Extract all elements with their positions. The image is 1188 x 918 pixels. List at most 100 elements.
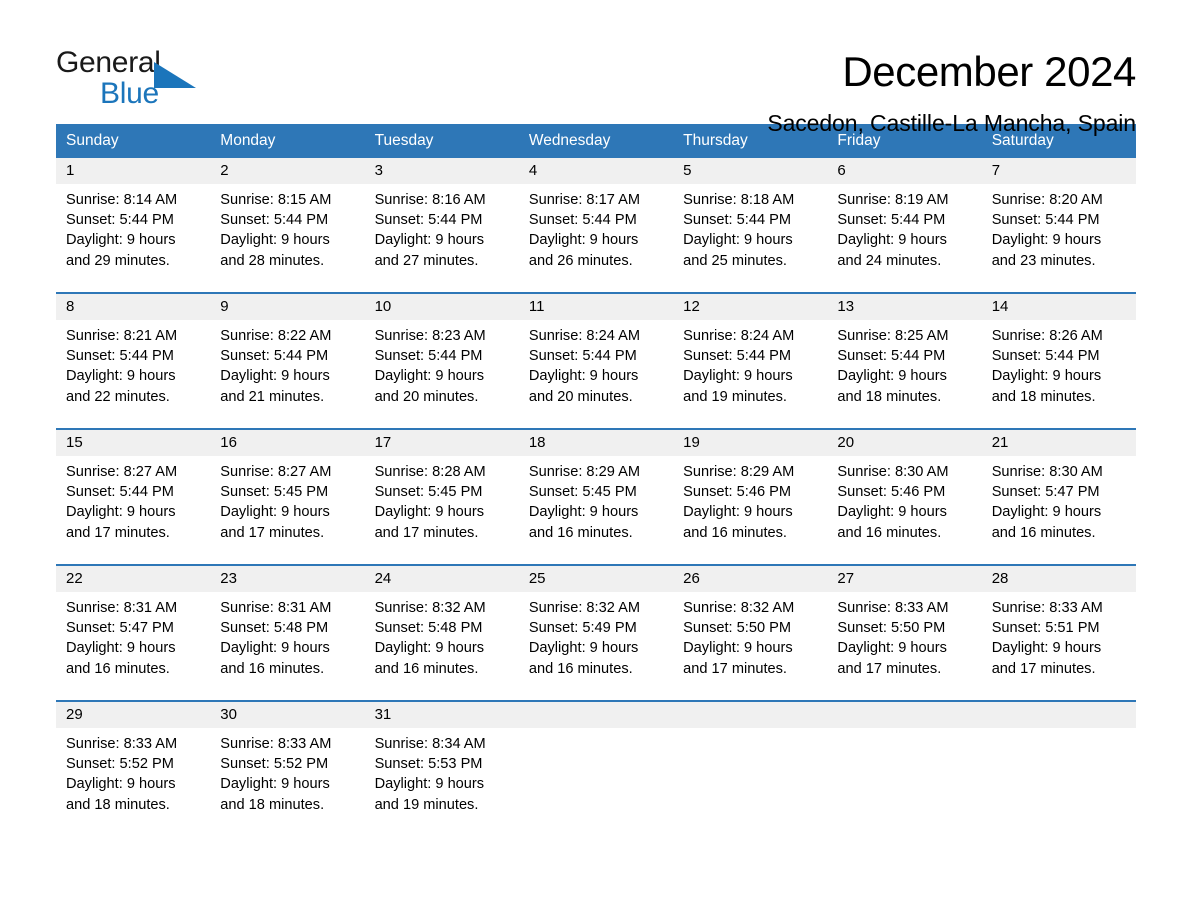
sunrise-text: Sunrise: 8:25 AM <box>837 328 949 344</box>
day-cell: Sunrise: 8:31 AM Sunset: 5:47 PM Dayligh… <box>56 598 210 700</box>
daylight-text-line2: and 19 minutes. <box>683 388 787 405</box>
daylight-text-line1: Daylight: 9 hours <box>374 640 485 657</box>
day-number[interactable]: 30 <box>210 702 365 728</box>
sunset-text: Sunset: 5:52 PM <box>66 756 174 773</box>
daylight-text-line1: Daylight: 9 hours <box>66 232 176 249</box>
day-number[interactable]: 31 <box>364 702 519 728</box>
sunrise-text: Sunrise: 8:14 AM <box>66 192 178 208</box>
day-number[interactable]: 4 <box>518 158 674 184</box>
day-cell: Sunrise: 8:30 AM Sunset: 5:47 PM Dayligh… <box>982 462 1136 564</box>
day-cell: Sunrise: 8:17 AM Sunset: 5:44 PM Dayligh… <box>519 190 673 292</box>
day-number[interactable]: 14 <box>981 294 1136 320</box>
daylight-text-line1: Daylight: 9 hours <box>683 504 793 521</box>
daylight-text-line2: and 17 minutes. <box>991 660 1096 677</box>
sunset-text: Sunset: 5:44 PM <box>683 348 792 365</box>
empty-day-cell <box>673 702 828 728</box>
day-number[interactable]: 22 <box>56 566 211 592</box>
daylight-text-line1: Daylight: 9 hours <box>374 232 485 249</box>
daylight-text-line1: Daylight: 9 hours <box>374 776 485 793</box>
sunrise-text: Sunrise: 8:32 AM <box>528 600 640 616</box>
day-number[interactable]: 3 <box>364 158 519 184</box>
sunset-text: Sunset: 5:45 PM <box>528 484 637 501</box>
day-number[interactable]: 25 <box>518 566 674 592</box>
sunset-text: Sunset: 5:45 PM <box>374 484 483 501</box>
sunset-text: Sunset: 5:44 PM <box>683 212 792 229</box>
day-number[interactable]: 24 <box>364 566 519 592</box>
logo-triangle-icon <box>154 62 196 88</box>
day-number[interactable]: 6 <box>827 158 982 184</box>
daylight-text-line1: Daylight: 9 hours <box>220 640 330 657</box>
calendar-week-row: 1 2 3 4 5 6 7 Sunrise: 8:14 AM Sunset: 5… <box>56 158 1136 292</box>
day-number[interactable]: 16 <box>210 430 365 456</box>
daylight-text-line2: and 20 minutes. <box>374 388 479 405</box>
daylight-text-line1: Daylight: 9 hours <box>374 368 485 385</box>
day-cell: Sunrise: 8:25 AM Sunset: 5:44 PM Dayligh… <box>827 326 981 428</box>
sunrise-text: Sunrise: 8:31 AM <box>66 600 178 616</box>
day-number[interactable]: 2 <box>210 158 365 184</box>
daylight-text-line1: Daylight: 9 hours <box>991 232 1102 249</box>
sunset-text: Sunset: 5:44 PM <box>991 348 1100 365</box>
daylight-text-line2: and 18 minutes. <box>991 388 1096 405</box>
day-number[interactable]: 13 <box>827 294 982 320</box>
date-number-row: 29 30 31 <box>56 702 1136 728</box>
daylight-text-line1: Daylight: 9 hours <box>220 776 330 793</box>
day-number[interactable]: 18 <box>518 430 674 456</box>
sunrise-text: Sunrise: 8:18 AM <box>683 192 795 208</box>
day-cell: Sunrise: 8:27 AM Sunset: 5:45 PM Dayligh… <box>210 462 364 564</box>
day-cell: Sunrise: 8:28 AM Sunset: 5:45 PM Dayligh… <box>365 462 519 564</box>
day-number[interactable]: 29 <box>56 702 211 728</box>
daylight-text-line2: and 18 minutes. <box>220 796 325 813</box>
daylight-text-line1: Daylight: 9 hours <box>837 368 947 385</box>
day-number[interactable]: 27 <box>827 566 982 592</box>
day-cell: Sunrise: 8:16 AM Sunset: 5:44 PM Dayligh… <box>365 190 519 292</box>
day-number[interactable]: 5 <box>673 158 828 184</box>
sunrise-text: Sunrise: 8:17 AM <box>528 192 640 208</box>
daylight-text-line1: Daylight: 9 hours <box>683 640 793 657</box>
day-number[interactable]: 20 <box>827 430 982 456</box>
daylight-text-line2: and 22 minutes. <box>66 388 170 405</box>
sunrise-text: Sunrise: 8:30 AM <box>991 464 1103 480</box>
sunrise-text: Sunrise: 8:24 AM <box>683 328 795 344</box>
day-number[interactable]: 7 <box>981 158 1136 184</box>
daylight-text-line2: and 17 minutes. <box>837 660 942 677</box>
sunrise-text: Sunrise: 8:33 AM <box>220 736 332 752</box>
day-number[interactable]: 23 <box>210 566 365 592</box>
day-number[interactable]: 8 <box>56 294 211 320</box>
sunset-text: Sunset: 5:50 PM <box>837 620 946 637</box>
day-number[interactable]: 10 <box>364 294 519 320</box>
general-blue-logo: General Blue <box>56 48 206 118</box>
day-cell: Sunrise: 8:27 AM Sunset: 5:44 PM Dayligh… <box>56 462 210 564</box>
sunset-text: Sunset: 5:46 PM <box>837 484 946 501</box>
sunrise-text: Sunrise: 8:30 AM <box>837 464 949 480</box>
sunset-text: Sunset: 5:44 PM <box>991 212 1100 229</box>
daylight-text-line2: and 19 minutes. <box>374 796 479 813</box>
sunrise-text: Sunrise: 8:28 AM <box>374 464 486 480</box>
day-number[interactable]: 21 <box>981 430 1136 456</box>
date-number-row: 8 9 10 11 12 13 14 <box>56 294 1136 320</box>
day-number[interactable]: 19 <box>673 430 828 456</box>
sunrise-text: Sunrise: 8:32 AM <box>374 600 486 616</box>
weekday-header-thursday: Thursday <box>683 132 748 149</box>
calendar-grid: Sunday Monday Tuesday Wednesday Thursday… <box>56 124 1136 832</box>
daylight-text-line2: and 16 minutes. <box>220 660 325 677</box>
sunset-text: Sunset: 5:44 PM <box>66 348 174 365</box>
day-cell: Sunrise: 8:21 AM Sunset: 5:44 PM Dayligh… <box>56 326 210 428</box>
day-number[interactable]: 9 <box>210 294 365 320</box>
day-number[interactable]: 17 <box>364 430 519 456</box>
daylight-text-line2: and 23 minutes. <box>991 252 1096 269</box>
sunrise-text: Sunrise: 8:20 AM <box>991 192 1103 208</box>
daylight-text-line1: Daylight: 9 hours <box>66 640 176 657</box>
day-number[interactable]: 12 <box>673 294 828 320</box>
day-number[interactable]: 26 <box>673 566 828 592</box>
day-number[interactable]: 11 <box>518 294 674 320</box>
day-number[interactable]: 15 <box>56 430 211 456</box>
day-cell: Sunrise: 8:33 AM Sunset: 5:51 PM Dayligh… <box>982 598 1136 700</box>
sunrise-text: Sunrise: 8:21 AM <box>66 328 178 344</box>
daylight-text-line1: Daylight: 9 hours <box>991 368 1102 385</box>
day-number[interactable]: 1 <box>56 158 211 184</box>
day-detail-row: Sunrise: 8:27 AM Sunset: 5:44 PM Dayligh… <box>56 456 1136 564</box>
day-number[interactable]: 28 <box>981 566 1136 592</box>
sunset-text: Sunset: 5:44 PM <box>374 348 483 365</box>
daylight-text-line2: and 16 minutes. <box>837 524 942 541</box>
sunset-text: Sunset: 5:50 PM <box>683 620 792 637</box>
